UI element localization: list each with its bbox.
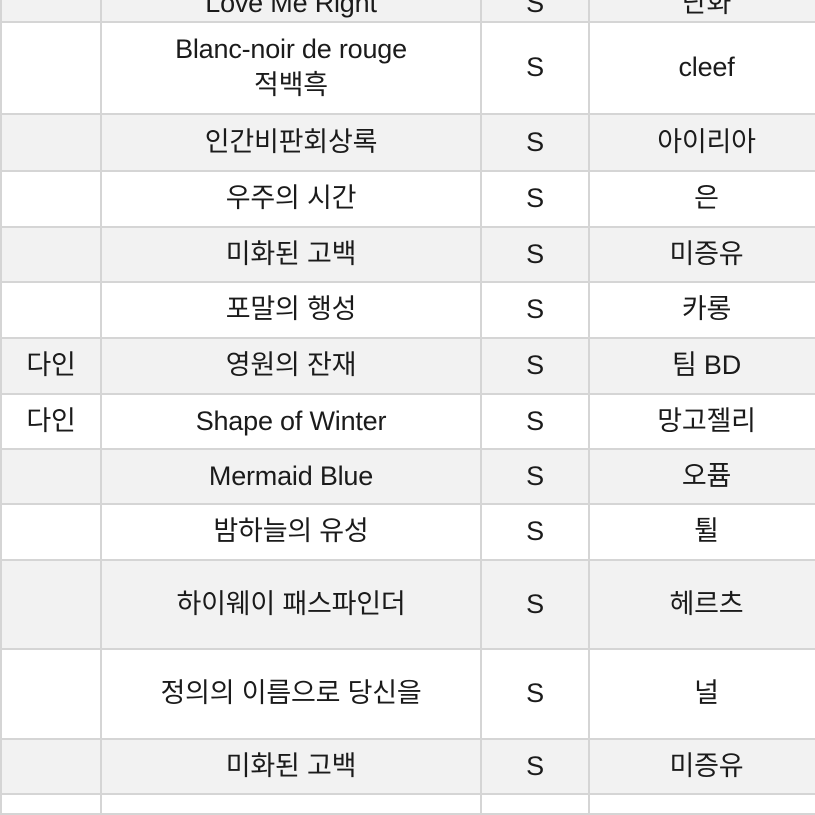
table-row[interactable]: 다인 영원의 잔재 S 팀 BD: [0, 336, 815, 395]
cell-title[interactable]: 밤하늘의 유성: [100, 502, 482, 561]
cell-title[interactable]: 미화된 고백: [100, 225, 482, 283]
cell-title[interactable]: 미화된 고백: [100, 737, 482, 795]
cell-extra[interactable]: 단화: [588, 0, 815, 23]
cell-grade[interactable]: S: [480, 336, 590, 395]
cell-artist[interactable]: [0, 558, 102, 650]
cell-grade[interactable]: S: [480, 112, 590, 172]
table-row[interactable]: Mermaid Blue S 오퓸: [0, 447, 815, 505]
cell-title[interactable]: 정의의 이름으로 당신을: [100, 647, 482, 740]
table-row[interactable]: 다인 Shape of Winter S 망고젤리: [0, 392, 815, 450]
table-body: Love Me Right S 단화 Blanc-noir de rouge 적백흑 Sc…: [0, 0, 815, 815]
cell-artist[interactable]: [0, 0, 102, 23]
table-row[interactable]: 정의의 이름으로 당신을 S 널: [0, 647, 815, 740]
cell-title[interactable]: Shape of Winter: [100, 392, 482, 450]
table-row[interactable]: 하이웨이 패스파인더 S 헤르츠: [0, 558, 815, 650]
cell-artist[interactable]: [0, 20, 102, 115]
cell-extra[interactable]: 널: [588, 647, 815, 740]
cell-grade[interactable]: S: [480, 737, 590, 795]
cell-artist[interactable]: 다인: [0, 336, 102, 395]
cell-title[interactable]: [100, 792, 482, 815]
cell-grade[interactable]: S: [480, 392, 590, 450]
cell-artist[interactable]: [0, 502, 102, 561]
cell-grade[interactable]: S: [480, 558, 590, 650]
table-row[interactable]: 우주의 시간 S 은: [0, 169, 815, 228]
table-row[interactable]: 인간비판회상록 S 아이리아: [0, 112, 815, 172]
cell-grade[interactable]: S: [480, 0, 590, 23]
table-row[interactable]: [0, 792, 815, 815]
table-row[interactable]: Love Me Right S 단화: [0, 0, 815, 23]
cell-artist[interactable]: [0, 112, 102, 172]
cell-grade[interactable]: S: [480, 169, 590, 228]
cell-title[interactable]: 영원의 잔재: [100, 336, 482, 395]
cell-grade[interactable]: S: [480, 225, 590, 283]
table-row[interactable]: 밤하늘의 유성 S 튈: [0, 502, 815, 561]
cell-title[interactable]: 하이웨이 패스파인더: [100, 558, 482, 650]
cell-title[interactable]: 포말의 행성: [100, 280, 482, 339]
cell-extra[interactable]: 은: [588, 169, 815, 228]
cell-title[interactable]: Love Me Right: [100, 0, 482, 23]
cell-grade[interactable]: [480, 792, 590, 815]
table-row[interactable]: Blanc-noir de rouge 적백흑 Scleef: [0, 20, 815, 115]
cell-grade[interactable]: S: [480, 647, 590, 740]
cell-extra[interactable]: 튈: [588, 502, 815, 561]
cell-title[interactable]: Blanc-noir de rouge 적백흑: [100, 20, 482, 115]
table-row[interactable]: 포말의 행성 S 카롱: [0, 280, 815, 339]
cell-extra[interactable]: 오퓸: [588, 447, 815, 505]
cell-extra[interactable]: 미증유: [588, 225, 815, 283]
cell-grade[interactable]: S: [480, 447, 590, 505]
cell-extra[interactable]: 카롱: [588, 280, 815, 339]
table-row[interactable]: 미화된 고백 S 미증유: [0, 737, 815, 795]
table-row[interactable]: 미화된 고백 S 미증유: [0, 225, 815, 283]
cell-title-line-2: 적백흑: [254, 69, 328, 100]
cell-artist[interactable]: [0, 169, 102, 228]
cell-extra[interactable]: 팀 BD: [588, 336, 815, 395]
cell-title-line-1: Blanc-noir de rouge: [175, 34, 407, 65]
cell-artist[interactable]: [0, 737, 102, 795]
cell-artist[interactable]: [0, 280, 102, 339]
cell-title[interactable]: 인간비판회상록: [100, 112, 482, 172]
cell-artist[interactable]: [0, 792, 102, 815]
cell-grade[interactable]: S: [480, 280, 590, 339]
cell-extra[interactable]: 망고젤리: [588, 392, 815, 450]
cell-grade[interactable]: S: [480, 502, 590, 561]
cell-artist[interactable]: [0, 225, 102, 283]
cell-artist[interactable]: [0, 647, 102, 740]
cell-title-text: Blanc-noir de rouge 적백흑: [108, 32, 474, 102]
cell-artist[interactable]: 다인: [0, 392, 102, 450]
cell-extra[interactable]: [588, 792, 815, 815]
cell-grade[interactable]: S: [480, 20, 590, 115]
spreadsheet-viewport[interactable]: Love Me Right S 단화 Blanc-noir de rouge 적백흑 Sc…: [0, 0, 815, 815]
cell-extra[interactable]: 아이리아: [588, 112, 815, 172]
cell-extra[interactable]: 미증유: [588, 737, 815, 795]
data-table: Love Me Right S 단화 Blanc-noir de rouge 적백흑 Sc…: [0, 0, 815, 815]
cell-extra[interactable]: cleef: [588, 20, 815, 115]
cell-title[interactable]: 우주의 시간: [100, 169, 482, 228]
cell-extra[interactable]: 헤르츠: [588, 558, 815, 650]
cell-title[interactable]: Mermaid Blue: [100, 447, 482, 505]
cell-artist[interactable]: [0, 447, 102, 505]
